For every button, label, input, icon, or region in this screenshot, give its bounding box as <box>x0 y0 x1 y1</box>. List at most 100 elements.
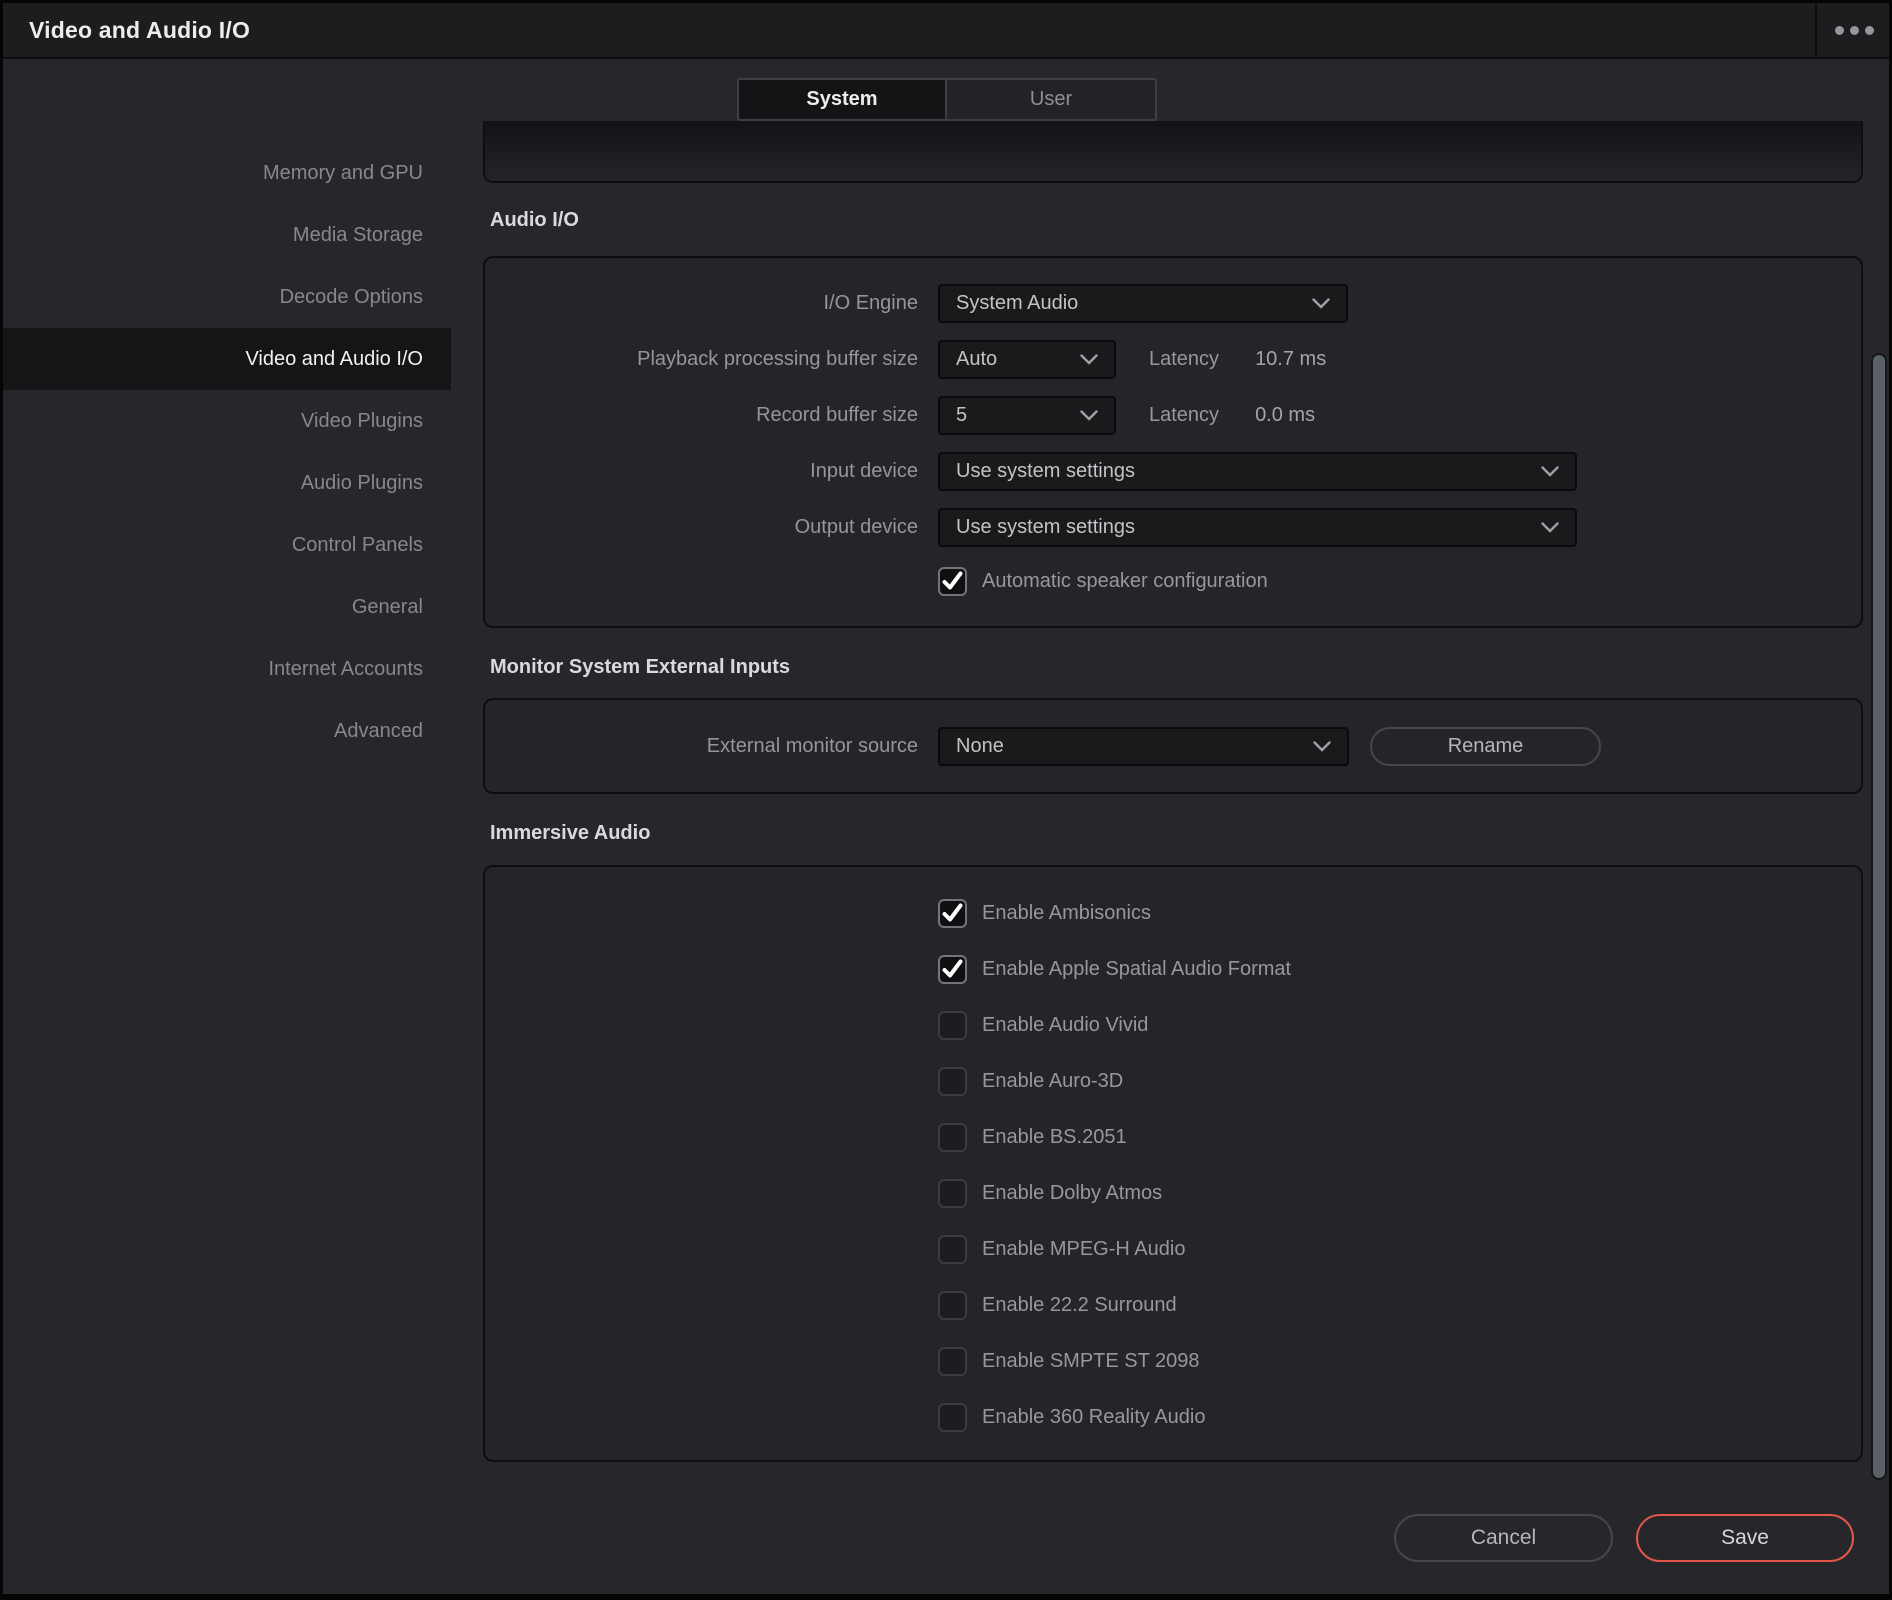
sidebar-item-general[interactable]: General <box>3 576 451 638</box>
playback-buffer-dropdown[interactable]: Auto <box>938 340 1116 379</box>
checkbox-label: Enable Apple Spatial Audio Format <box>982 958 1291 981</box>
checkbox-label: Enable Dolby Atmos <box>982 1182 1162 1205</box>
tab-user[interactable]: User <box>947 78 1157 121</box>
external-monitor-source-label: External monitor source <box>485 735 918 758</box>
ellipsis-icon <box>1865 26 1874 35</box>
auto-speaker-row: Automatic speaker configuration <box>938 555 1861 608</box>
enable-22-2-surround-checkbox[interactable] <box>938 1291 967 1320</box>
immersive-checkbox-row: Enable SMPTE ST 2098 <box>938 1333 1861 1389</box>
tab-system[interactable]: System <box>737 78 947 121</box>
section-title-immersive: Immersive Audio <box>490 822 650 845</box>
sidebar-item-internet-accounts[interactable]: Internet Accounts <box>3 638 451 700</box>
checkbox-label: Enable Ambisonics <box>982 902 1151 925</box>
record-buffer-row: Record buffer size 5 Latency 0.0 ms <box>485 387 1861 443</box>
auto-speaker-label: Automatic speaker configuration <box>982 570 1268 593</box>
enable-ambisonics-checkbox[interactable] <box>938 899 967 928</box>
input-device-dropdown[interactable]: Use system settings <box>938 452 1577 491</box>
chevron-down-icon <box>1541 522 1559 533</box>
sidebar-item-video-and-audio-io[interactable]: Video and Audio I/O <box>3 328 451 390</box>
immersive-checkbox-row: Enable Dolby Atmos <box>938 1165 1861 1221</box>
record-buffer-label: Record buffer size <box>485 404 918 427</box>
vertical-scrollbar-thumb[interactable] <box>1871 353 1887 1480</box>
output-device-row: Output device Use system settings <box>485 499 1861 555</box>
playback-latency-label: Latency <box>1149 348 1219 371</box>
io-engine-label: I/O Engine <box>485 292 918 315</box>
chevron-down-icon <box>1312 298 1330 309</box>
section-title-monitor: Monitor System External Inputs <box>490 656 790 679</box>
audio-io-panel: I/O Engine System Audio Playback process… <box>483 256 1863 628</box>
external-monitor-source-value: None <box>956 735 1004 758</box>
checkbox-label: Enable MPEG-H Audio <box>982 1238 1185 1261</box>
checkmark-icon <box>942 960 963 979</box>
enable-smpte-st-2098-checkbox[interactable] <box>938 1347 967 1376</box>
record-buffer-value: 5 <box>956 404 967 427</box>
sidebar-item-video-plugins[interactable]: Video Plugins <box>3 390 451 452</box>
immersive-checkbox-row: Enable 22.2 Surround <box>938 1277 1861 1333</box>
save-button[interactable]: Save <box>1636 1514 1854 1562</box>
playback-latency-value: 10.7 ms <box>1255 348 1326 371</box>
auto-speaker-checkbox[interactable] <box>938 567 967 596</box>
enable-360-reality-audio-checkbox[interactable] <box>938 1403 967 1432</box>
immersive-checkbox-row: Enable 360 Reality Audio <box>938 1389 1861 1445</box>
immersive-checkbox-row: Enable Ambisonics <box>938 885 1861 941</box>
chevron-down-icon <box>1080 354 1098 365</box>
checkbox-label: Enable 360 Reality Audio <box>982 1406 1206 1429</box>
record-buffer-dropdown[interactable]: 5 <box>938 396 1116 435</box>
enable-dolby-atmos-checkbox[interactable] <box>938 1179 967 1208</box>
section-title-audio-io: Audio I/O <box>490 209 579 232</box>
titlebar-divider <box>1815 3 1817 57</box>
output-device-dropdown[interactable]: Use system settings <box>938 508 1577 547</box>
output-device-value: Use system settings <box>956 516 1135 539</box>
playback-buffer-value: Auto <box>956 348 997 371</box>
scrolled-section-box <box>483 121 1863 183</box>
immersive-checkbox-row: Enable Auro-3D <box>938 1053 1861 1109</box>
record-latency-label: Latency <box>1149 404 1219 427</box>
dialog-title: Video and Audio I/O <box>29 17 250 44</box>
immersive-checkbox-row: Enable MPEG-H Audio <box>938 1221 1861 1277</box>
sidebar: Memory and GPU Media Storage Decode Opti… <box>3 142 451 762</box>
monitor-panel: External monitor source None Rename <box>483 698 1863 794</box>
enable-mpeg-h-checkbox[interactable] <box>938 1235 967 1264</box>
sidebar-item-audio-plugins[interactable]: Audio Plugins <box>3 452 451 514</box>
cancel-button[interactable]: Cancel <box>1394 1514 1613 1562</box>
tab-bar: System User <box>737 78 1157 121</box>
sidebar-item-media-storage[interactable]: Media Storage <box>3 204 451 266</box>
options-menu-button[interactable] <box>1819 3 1889 57</box>
checkbox-label: Enable 22.2 Surround <box>982 1294 1177 1317</box>
enable-bs2051-checkbox[interactable] <box>938 1123 967 1152</box>
immersive-panel: Enable Ambisonics Enable Apple Spatial A… <box>483 865 1863 1462</box>
io-engine-value: System Audio <box>956 292 1078 315</box>
rename-button[interactable]: Rename <box>1370 727 1601 766</box>
sidebar-item-control-panels[interactable]: Control Panels <box>3 514 451 576</box>
chevron-down-icon <box>1313 741 1331 752</box>
input-device-label: Input device <box>485 460 918 483</box>
ellipsis-icon <box>1850 26 1859 35</box>
checkbox-label: Enable Auro-3D <box>982 1070 1123 1093</box>
chevron-down-icon <box>1541 466 1559 477</box>
sidebar-item-advanced[interactable]: Advanced <box>3 700 451 762</box>
checkbox-label: Enable BS.2051 <box>982 1126 1127 1149</box>
sidebar-item-decode-options[interactable]: Decode Options <box>3 266 451 328</box>
record-latency-value: 0.0 ms <box>1255 404 1315 427</box>
enable-audio-vivid-checkbox[interactable] <box>938 1011 967 1040</box>
input-device-row: Input device Use system settings <box>485 443 1861 499</box>
playback-buffer-row: Playback processing buffer size Auto Lat… <box>485 331 1861 387</box>
ellipsis-icon <box>1835 26 1844 35</box>
output-device-label: Output device <box>485 516 918 539</box>
checkbox-label: Enable SMPTE ST 2098 <box>982 1350 1200 1373</box>
enable-auro-3d-checkbox[interactable] <box>938 1067 967 1096</box>
sidebar-item-memory-and-gpu[interactable]: Memory and GPU <box>3 142 451 204</box>
immersive-checkbox-row: Enable Apple Spatial Audio Format <box>938 941 1861 997</box>
io-engine-dropdown[interactable]: System Audio <box>938 284 1348 323</box>
playback-buffer-label: Playback processing buffer size <box>485 348 918 371</box>
preferences-dialog: Video and Audio I/O System User Memory a… <box>0 0 1892 1600</box>
checkmark-icon <box>942 572 963 591</box>
checkmark-icon <box>942 904 963 923</box>
enable-apple-spatial-checkbox[interactable] <box>938 955 967 984</box>
io-engine-row: I/O Engine System Audio <box>485 275 1861 331</box>
immersive-checkbox-row: Enable Audio Vivid <box>938 997 1861 1053</box>
title-bar: Video and Audio I/O <box>3 3 1889 59</box>
external-monitor-source-dropdown[interactable]: None <box>938 727 1349 766</box>
input-device-value: Use system settings <box>956 460 1135 483</box>
immersive-checkbox-row: Enable BS.2051 <box>938 1109 1861 1165</box>
